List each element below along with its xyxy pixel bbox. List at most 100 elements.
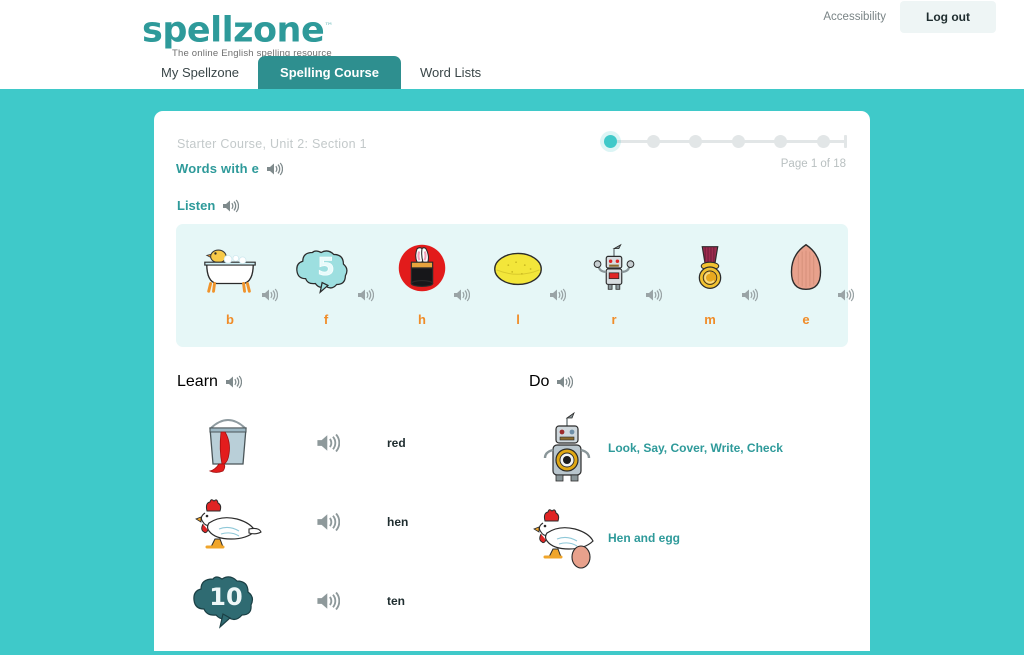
listen-letter: h (418, 312, 426, 327)
learn-row[interactable]: hen (176, 482, 524, 561)
page-stage: Starter Course, Unit 2: Section 1 Words … (0, 89, 1024, 655)
listen-item[interactable]: r (566, 236, 662, 327)
speaker-icon[interactable] (549, 288, 566, 302)
learn-row[interactable]: 10 ten (176, 561, 524, 640)
progress-dot-6[interactable] (816, 134, 830, 148)
do-heading: Do (529, 373, 574, 391)
do-heading-text: Do (529, 373, 550, 390)
speaker-icon[interactable] (357, 288, 374, 302)
listen-letter: e (802, 312, 810, 327)
main-navigation-tabs: My Spellzone Spelling Course Word Lists (142, 56, 500, 89)
learn-heading-text: Learn (177, 373, 218, 390)
learn-image-cell: 10 (176, 569, 280, 633)
speaker-icon[interactable] (261, 288, 278, 302)
progress-dot-3[interactable] (689, 134, 703, 148)
learn-image-cell (176, 491, 280, 553)
five-cloud-image: 5 (296, 250, 348, 294)
progress-end-cap (844, 134, 847, 148)
hat-rabbit-image (398, 244, 446, 292)
bath-image (204, 249, 256, 293)
do-column: Look, Say, Cover, Write, Check Hen and e… (529, 403, 869, 583)
do-activity-row[interactable]: Hen and egg (529, 493, 869, 583)
do-image-cell (529, 503, 605, 573)
listen-letter: r (611, 312, 617, 327)
learn-word: red (387, 435, 406, 450)
speaker-icon[interactable] (741, 288, 758, 302)
progress-dot-1[interactable] (604, 134, 617, 148)
lesson-card: Starter Course, Unit 2: Section 1 Words … (154, 111, 870, 651)
logo-wordmark: spellzone™ (142, 8, 372, 50)
learn-speaker-cell (280, 591, 376, 611)
do-activity-row[interactable]: Look, Say, Cover, Write, Check (529, 403, 869, 493)
learn-heading: Learn (177, 373, 242, 391)
listen-item[interactable]: b (182, 236, 278, 327)
listen-item[interactable]: l (470, 236, 566, 327)
speaker-icon[interactable] (225, 375, 242, 389)
progress-dot-2[interactable] (646, 134, 660, 148)
listen-picture-row (470, 236, 566, 302)
ten-cloud-image: 10 (193, 575, 254, 629)
listen-letter: l (516, 312, 520, 327)
speaker-icon[interactable] (266, 162, 284, 176)
listen-panel: b 5 f h l r m e (176, 224, 854, 347)
listen-picture-row (566, 236, 662, 302)
speaker-icon[interactable] (316, 433, 340, 453)
speaker-icon[interactable] (453, 288, 470, 302)
hen-image (195, 498, 262, 548)
tab-spelling-course[interactable]: Spelling Course (258, 56, 402, 89)
logo-text: spellzone (142, 10, 325, 51)
medal-image (698, 246, 722, 289)
page-title-text: Words with e (176, 161, 260, 176)
tab-word-lists[interactable]: Word Lists (401, 57, 500, 89)
do-image-cell (529, 410, 605, 486)
speaker-icon[interactable] (645, 288, 662, 302)
page-counter: Page 1 of 18 (780, 158, 846, 170)
lemon-image (494, 252, 542, 286)
do-activity-link[interactable]: Hen and egg (605, 531, 680, 545)
trademark-icon: ™ (324, 22, 333, 32)
listen-picture-row (758, 236, 854, 302)
do-activity-link[interactable]: Look, Say, Cover, Write, Check (605, 441, 783, 455)
svg-text:10: 10 (209, 583, 242, 611)
site-logo[interactable]: spellzone™ The online English spelling r… (142, 8, 372, 59)
progress-track (604, 131, 848, 151)
learn-word: hen (387, 514, 409, 529)
speaker-icon[interactable] (222, 199, 240, 213)
listen-heading-text: Listen (177, 198, 216, 213)
learn-image-cell (176, 410, 280, 476)
learn-speaker-cell (280, 433, 376, 453)
hen-egg-image (533, 509, 594, 569)
progress-dot-5[interactable] (774, 134, 788, 148)
speaker-icon[interactable] (837, 288, 854, 302)
listen-picture-row: 5 (278, 236, 374, 302)
logout-button[interactable]: Log out (900, 1, 996, 33)
listen-item[interactable]: 5 f (278, 236, 374, 327)
learn-do-headings: Learn Do (176, 373, 848, 393)
tab-my-spellzone[interactable]: My Spellzone (142, 57, 258, 89)
paint-can-image (208, 418, 247, 473)
listen-item[interactable]: h (374, 236, 470, 327)
progress-dot-4[interactable] (731, 134, 745, 148)
header-actions: Accessibility Log out (823, 0, 996, 34)
listen-item[interactable]: m (662, 236, 758, 327)
learn-speaker-cell (280, 512, 376, 532)
listen-letter: f (323, 312, 329, 327)
site-header: spellzone™ The online English spelling r… (0, 0, 1024, 89)
speaker-icon[interactable] (556, 375, 574, 389)
listen-item[interactable]: e (758, 236, 854, 327)
robot-image (543, 411, 591, 482)
learn-row[interactable]: red (176, 403, 524, 482)
egg-image (790, 243, 822, 290)
listen-letter: b (226, 312, 234, 327)
svg-text:5: 5 (317, 252, 335, 281)
listen-picture-row (662, 236, 758, 302)
speaker-icon[interactable] (316, 512, 340, 532)
robot-image (593, 243, 635, 290)
listen-picture-row (182, 236, 278, 302)
learn-column: red hen 10 ten (176, 403, 524, 640)
progress-dots (604, 134, 830, 148)
accessibility-link[interactable]: Accessibility (823, 11, 886, 23)
listen-heading: Listen (177, 198, 848, 213)
learn-word: ten (387, 593, 405, 608)
speaker-icon[interactable] (316, 591, 340, 611)
